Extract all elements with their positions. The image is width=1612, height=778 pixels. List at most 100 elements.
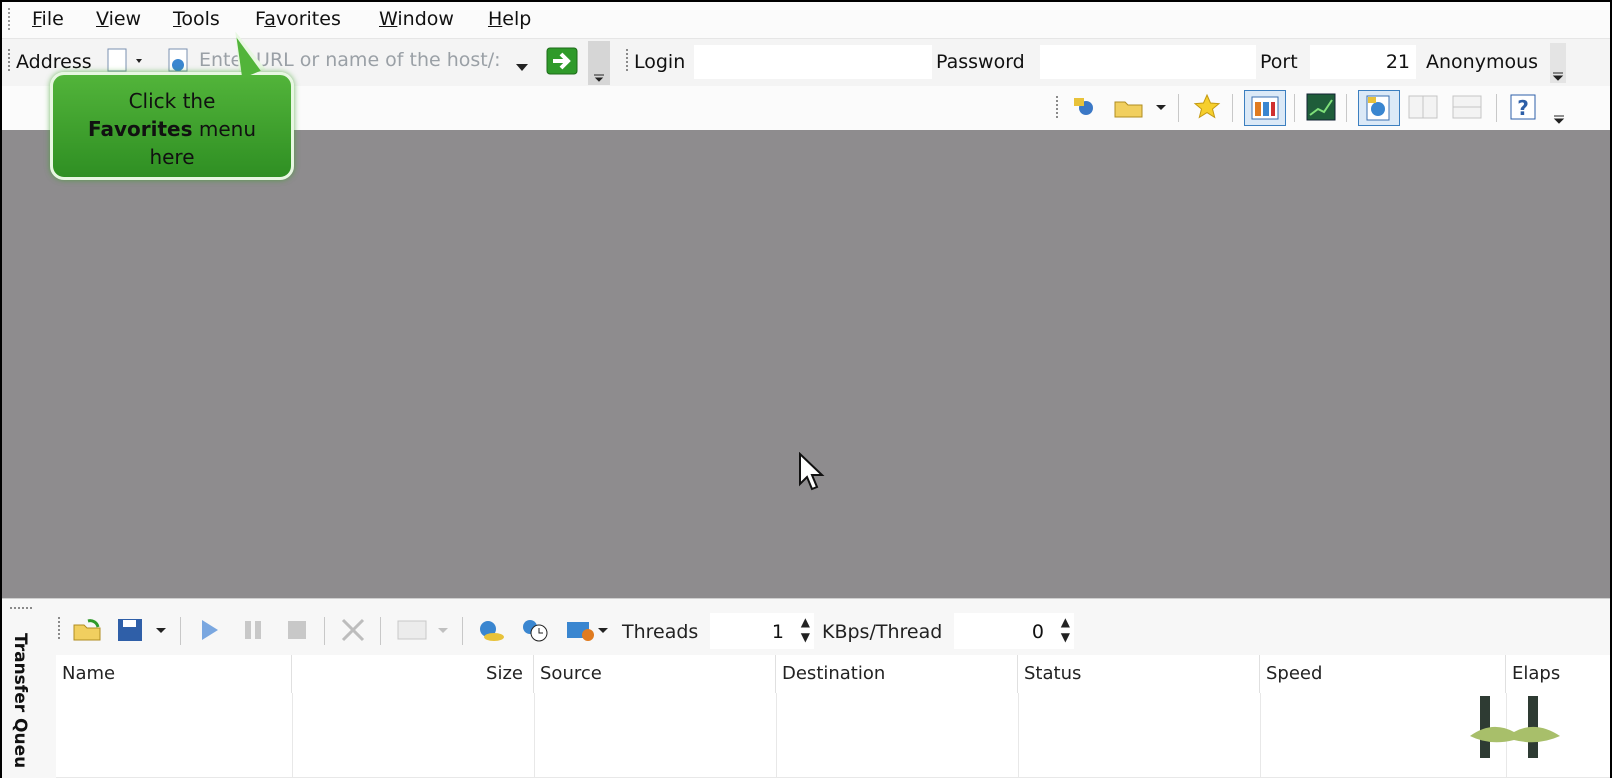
password-label: Password	[936, 51, 1025, 73]
table-row[interactable]	[56, 693, 1610, 722]
table-cell	[292, 693, 535, 721]
address-label: Address	[16, 51, 92, 73]
column-source[interactable]: Source	[534, 655, 776, 693]
addr-overflow-button[interactable]	[1550, 43, 1566, 83]
table-cell	[776, 749, 1019, 777]
login-field[interactable]	[694, 45, 932, 79]
table-cell	[56, 749, 293, 777]
login-label: Login	[634, 51, 686, 73]
kbps-value: 0	[1031, 621, 1044, 643]
callout-bold-text: Favorites	[87, 117, 193, 141]
svg-text:?: ?	[1517, 96, 1529, 120]
table-cell	[1018, 693, 1261, 721]
toolbar-separator	[462, 617, 463, 645]
help-icon[interactable]: ?	[1508, 92, 1538, 122]
url-dropdown-icon[interactable]	[516, 55, 528, 77]
open-folder-icon[interactable]	[1112, 92, 1168, 122]
layout-panels-icon[interactable]	[1244, 90, 1286, 126]
threads-label: Threads	[622, 621, 699, 643]
threads-spinner[interactable]: 1 ▲ ▼	[710, 613, 814, 649]
column-name[interactable]: Name	[56, 655, 292, 693]
connect-icon[interactable]	[1068, 92, 1098, 122]
column-speed[interactable]: Speed	[1260, 655, 1506, 693]
anonymous-checkbox-label[interactable]: Anonymous	[1426, 51, 1538, 73]
toolbar-separator	[1232, 94, 1233, 122]
table-cell	[776, 693, 1019, 721]
toolbar-separator	[1178, 94, 1179, 122]
split-horizontal-icon[interactable]	[1450, 92, 1484, 122]
callout-line-3: here	[149, 145, 195, 169]
callout-line-1: Click the	[128, 89, 216, 113]
callout-line-2: Favorites menu	[53, 115, 291, 143]
table-cell	[292, 721, 535, 749]
toolbar-separator	[1496, 94, 1497, 122]
port-value: 21	[1385, 51, 1410, 73]
channel-logo-watermark	[1470, 696, 1560, 758]
kbps-label: KBps/Thread	[822, 621, 943, 643]
column-destination[interactable]: Destination	[776, 655, 1018, 693]
go-button[interactable]	[546, 47, 578, 80]
table-cell	[56, 721, 293, 749]
queue-table-header: Name Size Source Destination Status Spee…	[56, 655, 1610, 694]
queue-toolbar-grip[interactable]	[58, 617, 60, 641]
toolbar-grip[interactable]	[8, 49, 10, 73]
transfer-queue-tab[interactable]: Transfer Queu	[6, 625, 42, 778]
port-field[interactable]: 21	[1310, 45, 1416, 79]
column-status[interactable]: Status	[1018, 655, 1260, 693]
threads-spinner-arrows[interactable]: ▲ ▼	[801, 615, 810, 645]
toolbar-separator	[380, 617, 381, 645]
menu-grip[interactable]	[8, 8, 10, 30]
toolbar-separator	[180, 617, 181, 645]
table-row[interactable]	[56, 749, 1610, 778]
toolbar-overflow-button-2[interactable]	[1552, 96, 1566, 126]
table-cell	[292, 749, 535, 777]
toolbar-overflow-button[interactable]	[588, 41, 610, 85]
schedule-icon[interactable]	[520, 615, 550, 645]
table-cell	[1018, 721, 1261, 749]
app-window: File View Tools Favorites Window Help Ad…	[2, 2, 1610, 778]
table-cell	[776, 721, 1019, 749]
toolbar-separator	[1346, 94, 1347, 122]
kbps-spinner[interactable]: 0 ▲ ▼	[954, 613, 1074, 649]
delete-icon[interactable]	[338, 615, 368, 645]
stop-icon[interactable]	[282, 615, 312, 645]
login-grip[interactable]	[626, 49, 628, 73]
save-queue-icon[interactable]	[116, 615, 170, 645]
kbps-spinner-arrows[interactable]: ▲ ▼	[1061, 615, 1070, 645]
callout-line-2-rest: menu	[192, 117, 256, 141]
speed-limit-icon[interactable]	[564, 615, 612, 645]
menu-favorites[interactable]: Favorites	[255, 8, 341, 30]
menu-view[interactable]: View	[96, 8, 141, 30]
favorites-star-icon[interactable]	[1192, 92, 1222, 122]
table-cell	[534, 749, 777, 777]
column-elapsed[interactable]: Elaps	[1506, 655, 1610, 693]
threads-value: 1	[771, 621, 784, 643]
table-cell	[1018, 749, 1261, 777]
table-row[interactable]	[56, 721, 1610, 750]
port-label: Port	[1260, 51, 1298, 73]
load-queue-icon[interactable]	[72, 615, 102, 645]
play-icon[interactable]	[194, 615, 224, 645]
toolbar-grip-2[interactable]	[1056, 96, 1058, 120]
transfer-queue-panel: Transfer Queu Threads 1 ▲ ▼ KBps/Thread …	[2, 598, 1610, 778]
table-cell	[534, 721, 777, 749]
chart-icon[interactable]	[1306, 92, 1336, 122]
queue-options-icon[interactable]	[394, 615, 454, 645]
table-cell	[56, 693, 293, 721]
connection-icon[interactable]	[476, 615, 506, 645]
toolbar-separator	[1294, 94, 1295, 122]
toolbar-separator	[324, 617, 325, 645]
queue-grip[interactable]	[10, 607, 34, 609]
password-field[interactable]	[1040, 45, 1256, 79]
menu-help[interactable]: Help	[488, 8, 531, 30]
menu-file[interactable]: File	[32, 8, 64, 30]
tutorial-callout: Click the Favorites menu here	[50, 72, 294, 180]
menu-window[interactable]: Window	[379, 8, 454, 30]
column-size[interactable]: Size	[292, 655, 534, 693]
pause-icon[interactable]	[238, 615, 268, 645]
split-vertical-icon[interactable]	[1406, 92, 1440, 122]
menu-tools[interactable]: Tools	[173, 8, 220, 30]
queue-toolbar: Threads 1 ▲ ▼ KBps/Thread 0 ▲ ▼	[46, 603, 1610, 655]
transfer-queue-tab-label: Transfer Queu	[10, 633, 30, 769]
browser-icon[interactable]	[1358, 90, 1400, 126]
